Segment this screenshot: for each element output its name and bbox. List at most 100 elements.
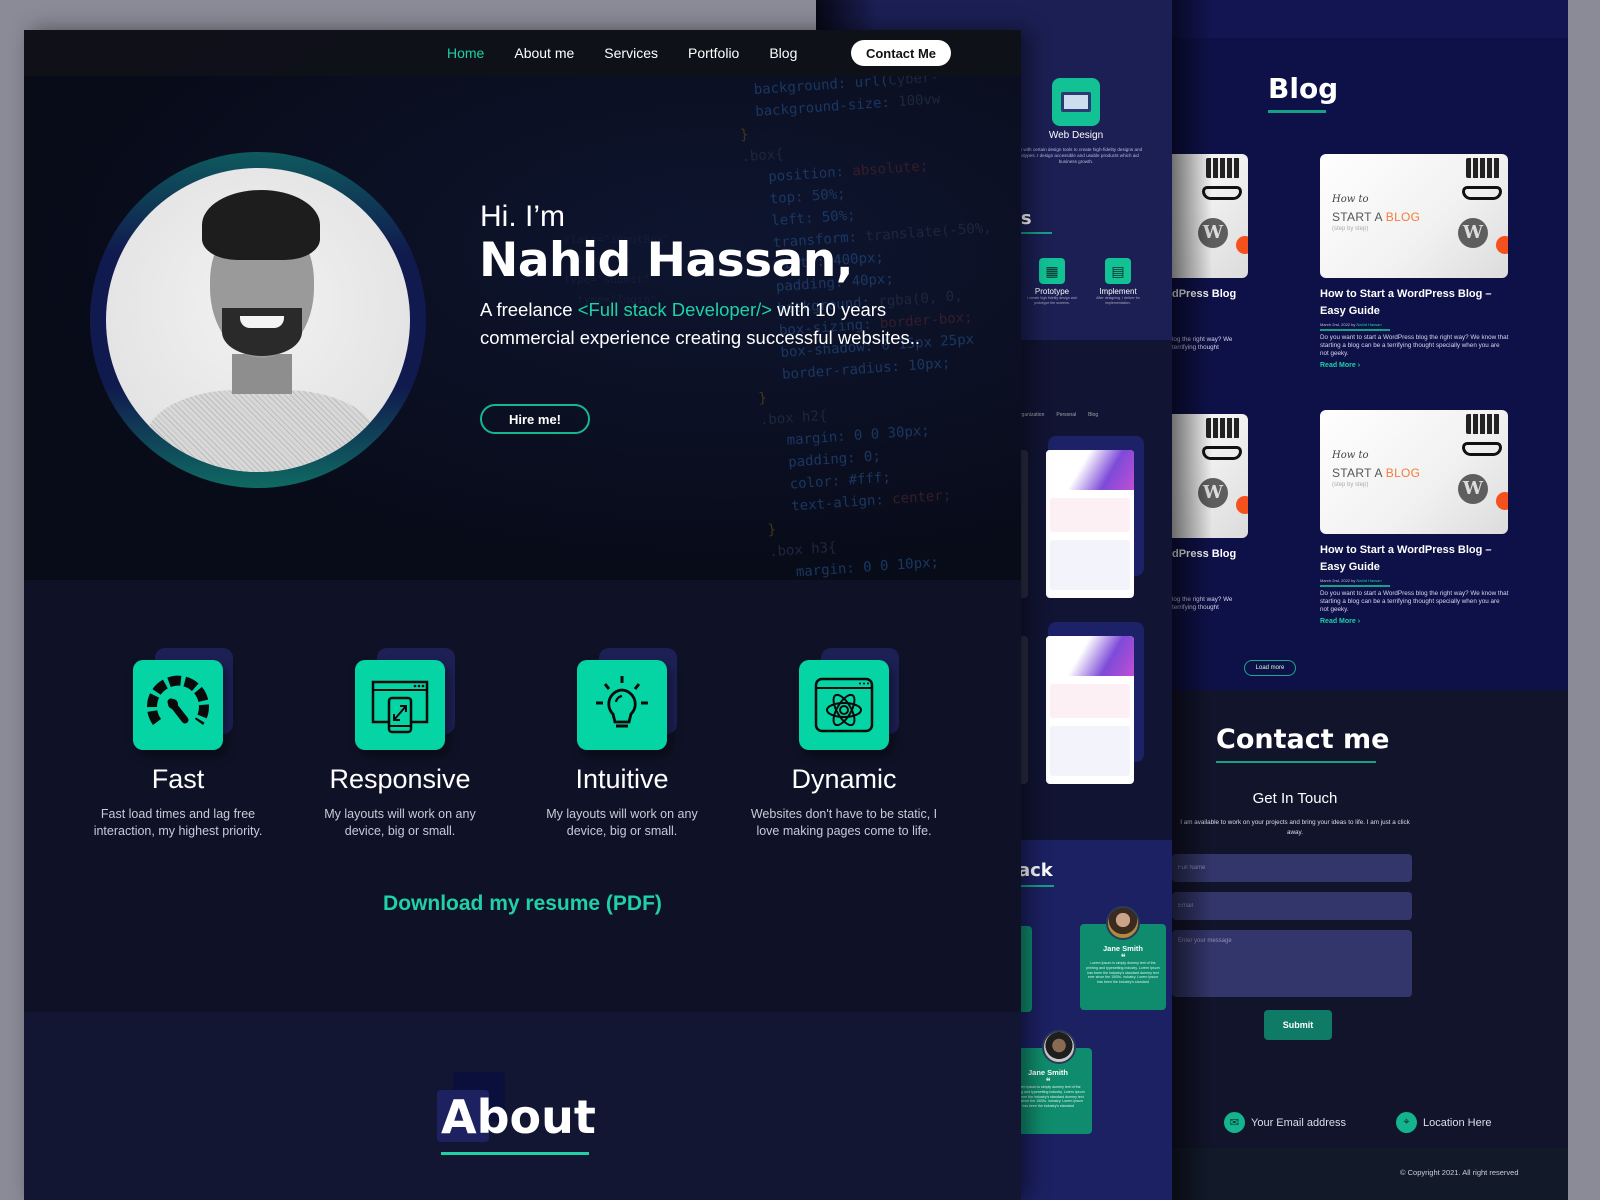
envelope-icon: ✉ bbox=[1224, 1112, 1245, 1133]
blog-card-meta: March 2nd, 2022 by Nahid Hassan bbox=[1320, 322, 1382, 327]
portfolio-preview-section bbox=[1050, 684, 1130, 718]
process-desc: I create high fidelity design and protot… bbox=[1027, 296, 1077, 305]
portfolio-card[interactable] bbox=[1046, 450, 1134, 598]
web-design-icon bbox=[1052, 78, 1100, 126]
meta-author: Nahid Hassan bbox=[1356, 322, 1382, 327]
blog-contact-page-preview: Blog W dPress Blog log the right way? We… bbox=[1172, 0, 1568, 1200]
portfolio-tab[interactable]: Blog bbox=[1088, 412, 1098, 418]
portfolio-preview-section bbox=[1050, 726, 1130, 776]
portfolio-card[interactable] bbox=[1046, 636, 1134, 784]
feature-title: Intuitive bbox=[575, 764, 669, 794]
photo-shirt bbox=[146, 390, 376, 472]
portfolio-preview-section bbox=[1050, 540, 1130, 590]
feature-desc: My layouts will work on any device, big … bbox=[546, 807, 698, 838]
download-resume-link[interactable]: Download my resume (PDF) bbox=[24, 892, 1021, 916]
page-shadow bbox=[1172, 0, 1212, 1200]
top-navbar: Home About me Services Portfolio Blog Co… bbox=[24, 30, 1021, 76]
feature-title: Dynamic bbox=[791, 764, 897, 794]
thumb-blog-text: BLOG bbox=[1385, 210, 1421, 224]
keyboard-graphic bbox=[1466, 158, 1500, 178]
speedometer-icon bbox=[133, 660, 223, 750]
contact-location[interactable]: ⌖ Location Here bbox=[1396, 1112, 1492, 1133]
quote-icon: ❝ bbox=[1120, 952, 1126, 962]
read-more-link[interactable]: Read More › bbox=[1320, 618, 1360, 625]
prototype-icon: ▦ bbox=[1039, 258, 1065, 284]
nav-home[interactable]: Home bbox=[447, 45, 484, 61]
orange-badge-icon bbox=[1496, 492, 1508, 510]
nav-services[interactable]: Services bbox=[604, 45, 658, 61]
blog-heading-underline bbox=[1268, 110, 1326, 113]
feature-title: Responsive bbox=[329, 764, 471, 794]
contact-email[interactable]: ✉ Your Email address bbox=[1224, 1112, 1346, 1133]
portfolio-tab[interactable]: Personal bbox=[1056, 412, 1076, 418]
location-label: Location Here bbox=[1423, 1116, 1492, 1129]
thumb-blog-text: BLOG bbox=[1385, 466, 1421, 480]
email-label: Your Email address bbox=[1251, 1116, 1346, 1129]
orange-badge-icon bbox=[1236, 496, 1248, 514]
portfolio-homepage: class="inputBox" type="da type="submit" … bbox=[24, 30, 1021, 1200]
process-label: Prototype bbox=[1034, 287, 1070, 296]
testimonial-avatar bbox=[1042, 1030, 1076, 1064]
monitor-icon bbox=[1061, 92, 1091, 112]
process-step: ▤ Implement After designing, I deliver f… bbox=[1088, 258, 1148, 306]
meta-date: March 2nd, 2022 by bbox=[1320, 322, 1357, 327]
hero-name: Nahid Hassan, bbox=[479, 233, 854, 288]
nav-blog[interactable]: Blog bbox=[769, 45, 797, 61]
feature-desc: Fast load times and lag free interaction… bbox=[93, 807, 263, 838]
nav-links: Home About me Services Portfolio Blog bbox=[447, 30, 797, 76]
submit-button[interactable]: Submit bbox=[1264, 1010, 1332, 1040]
hire-me-button[interactable]: Hire me! bbox=[480, 404, 590, 434]
lightbulb-icon bbox=[577, 660, 667, 750]
blog-thumbnail[interactable]: How to START A BLOG (step by step) W bbox=[1320, 154, 1508, 278]
process-step: ▦ Prototype I create high fidelity desig… bbox=[1022, 258, 1082, 306]
process-desc: After designing, I deliver for implement… bbox=[1096, 296, 1140, 305]
process-label: Implement bbox=[1099, 287, 1137, 296]
read-more-link[interactable]: Read More › bbox=[1320, 362, 1360, 369]
feature-desc: My layouts will work on any device, big … bbox=[324, 807, 476, 838]
nav-about-me[interactable]: About me bbox=[514, 45, 574, 61]
portfolio-preview-section bbox=[1050, 498, 1130, 532]
atom-window-icon bbox=[799, 660, 889, 750]
blog-card-title[interactable]: How to Start a WordPress Blog – Easy Gui… bbox=[1320, 542, 1510, 576]
feature-title: Fast bbox=[151, 764, 205, 794]
about-heading: About bbox=[441, 1090, 596, 1144]
meta-underline bbox=[1320, 329, 1390, 331]
lightbulb-svg bbox=[596, 676, 648, 728]
contact-heading: Contact me bbox=[1216, 724, 1390, 755]
thumb-start: START A BLOG bbox=[1332, 466, 1420, 480]
speedometer-svg bbox=[147, 675, 209, 725]
photo-hair bbox=[202, 190, 320, 260]
responsive-svg bbox=[371, 680, 429, 734]
blog-card-desc: Do you want to start a WordPress blog th… bbox=[1320, 590, 1509, 613]
blog-thumbnail[interactable]: How to START A BLOG (step by step) W bbox=[1320, 410, 1508, 534]
load-more-button[interactable]: Load more bbox=[1244, 660, 1296, 676]
glasses-graphic bbox=[1462, 442, 1502, 456]
portfolio-preview-header bbox=[1046, 636, 1134, 676]
blog-card-title[interactable]: How to Start a WordPress Blog – Easy Gui… bbox=[1320, 286, 1510, 320]
hero-section: class="inputBox" type="da type="submit" … bbox=[24, 30, 1021, 580]
contact-me-button[interactable]: Contact Me bbox=[851, 40, 951, 66]
contact-heading-underline bbox=[1216, 761, 1376, 763]
testimonial-text: Lorem Ipsum is simply dummy text of the … bbox=[1086, 961, 1160, 985]
glasses-graphic bbox=[1462, 186, 1502, 200]
atom-window-svg bbox=[814, 677, 874, 733]
testimonial-avatar bbox=[1106, 906, 1140, 940]
portfolio-tabs: Organization Personal Blog bbox=[1016, 412, 1098, 418]
wordpress-logo-icon: W bbox=[1458, 218, 1488, 248]
profile-photo bbox=[106, 168, 410, 472]
orange-badge-icon bbox=[1496, 236, 1508, 254]
thumb-start-text: START A bbox=[1332, 210, 1386, 224]
photo-neck bbox=[232, 354, 292, 394]
blog-heading: Blog bbox=[1268, 72, 1339, 105]
wordpress-logo-icon: W bbox=[1458, 474, 1488, 504]
hero-description: A freelance <Full stack Developer/> with… bbox=[480, 296, 950, 352]
service-title: Web Design bbox=[1048, 130, 1104, 141]
keyboard-graphic bbox=[1466, 414, 1500, 434]
thumb-start-text: START A bbox=[1332, 466, 1386, 480]
thumb-step: (step by step) bbox=[1332, 226, 1369, 232]
implement-icon: ▤ bbox=[1105, 258, 1131, 284]
about-heading-underline bbox=[441, 1152, 589, 1155]
copyright-text: © Copyright 2021. All right reserved bbox=[1400, 1168, 1519, 1177]
nav-portfolio[interactable]: Portfolio bbox=[688, 45, 739, 61]
meta-underline bbox=[1320, 585, 1390, 587]
